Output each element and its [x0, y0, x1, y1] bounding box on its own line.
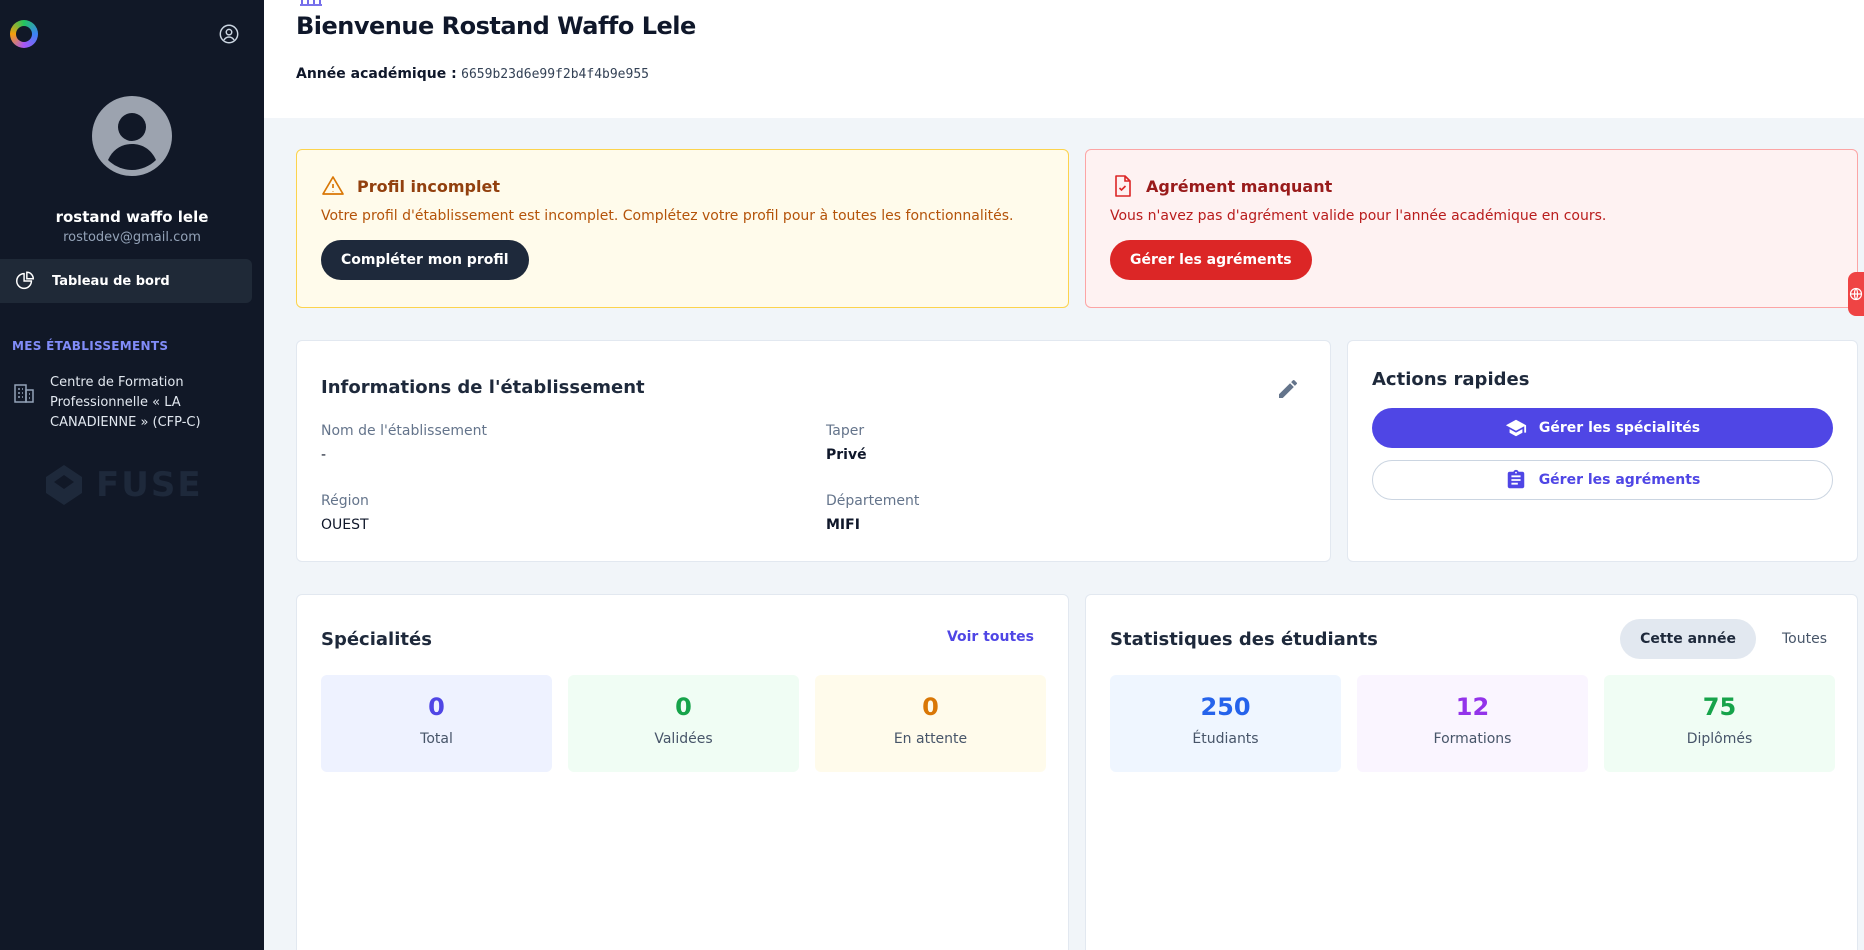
field-label: Taper: [826, 423, 865, 439]
sidebar-item-label: Tableau de bord: [52, 273, 170, 289]
specialties-tiles: 0 Total 0 Validées 0 En attente: [321, 675, 1046, 772]
user-circle-icon[interactable]: [218, 23, 240, 45]
stat-label: En attente: [893, 731, 968, 747]
sidebar-item-establishment[interactable]: Centre de Formation Professionnelle « LA…: [0, 353, 264, 433]
user-name: rostand waffo lele: [55, 208, 209, 226]
pie-chart-icon: [16, 271, 34, 290]
graduation-cap-icon: [1505, 419, 1526, 437]
stat-value: 250: [1200, 693, 1251, 721]
settings-tab[interactable]: [1848, 272, 1864, 316]
building-icon: [14, 384, 34, 403]
alert-title: Profil incomplet: [357, 176, 500, 196]
page-header: Bienvenue Rostand Waffo Lele Année acadé…: [264, 0, 1864, 118]
stat-label: Étudiants: [1192, 731, 1259, 747]
brand-name: FUSE: [96, 465, 203, 505]
field-label: Département: [826, 493, 920, 509]
stat-value: 12: [1455, 693, 1490, 721]
stat-value: 75: [1702, 693, 1737, 721]
sidebar-item-dashboard[interactable]: Tableau de bord: [0, 259, 252, 303]
establishment-label: Centre de Formation Professionnelle « LA…: [50, 375, 201, 430]
avatar: [92, 96, 172, 176]
field-department: Département MIFI: [826, 493, 919, 533]
warning-icon: [322, 176, 344, 195]
stat-label: Validées: [654, 731, 713, 747]
stat-label: Formations: [1433, 731, 1512, 747]
manage-specialties-button[interactable]: Gérer les spécialités: [1372, 408, 1833, 448]
brand-logo: FUSE: [0, 463, 264, 507]
document-check-icon: [1115, 175, 1131, 197]
manage-agrements-button[interactable]: Gérer les agréments: [1110, 240, 1312, 280]
academic-year-label: Année académique :: [296, 66, 457, 82]
institution-icon: [300, 0, 322, 6]
globe-icon: [1849, 287, 1863, 301]
stat-tile-students: 250 Étudiants: [1110, 675, 1341, 772]
stat-label: Total: [420, 731, 453, 747]
alert-header: Agrément manquant: [1110, 174, 1833, 198]
stat-value: 0: [428, 693, 445, 721]
alert-header: Profil incomplet: [321, 174, 1044, 198]
field-value: Privé: [826, 447, 867, 463]
alert-text: Votre profil d'établissement est incompl…: [321, 208, 1014, 224]
field-label: Nom de l'établissement: [321, 423, 487, 439]
academic-year-value: 6659b23d6e99f2b4f4b9e955: [461, 67, 649, 82]
alert-text: Vous n'avez pas d'agrément valide pour l…: [1110, 208, 1607, 224]
field-value: OUEST: [321, 517, 369, 533]
clipboard-icon: [1507, 469, 1524, 489]
button-label: Gérer les agréments: [1538, 472, 1701, 488]
field-value: -: [321, 447, 327, 463]
student-stats-card: Statistiques des étudiants Cette année T…: [1085, 594, 1858, 950]
student-stats-tiles: 250 Étudiants 12 Formations 75 Diplômés: [1110, 675, 1835, 772]
quick-actions-card: Actions rapides Gérer les spécialités Gé…: [1347, 340, 1858, 562]
specialties-card: Spécialités Voir toutes 0 Total 0 Validé…: [296, 594, 1069, 950]
stat-tile-graduates: 75 Diplômés: [1604, 675, 1835, 772]
section-title: MES ÉTABLISSEMENTS: [12, 339, 169, 353]
field-region: Région OUEST: [321, 493, 369, 533]
field-type: Taper Privé: [826, 423, 867, 463]
button-label: Gérer les spécialités: [1538, 420, 1701, 436]
field-label: Région: [321, 493, 369, 509]
stat-tile-validated: 0 Validées: [568, 675, 799, 772]
sidebar-top-bar: [0, 0, 264, 68]
complete-profile-button[interactable]: Compléter mon profil: [321, 240, 529, 280]
sidebar: rostand waffo lele rostodev@gmail.com Ta…: [0, 0, 264, 950]
field-value: MIFI: [826, 517, 860, 533]
alert-profile-incomplete: Profil incomplet Votre profil d'établiss…: [296, 149, 1069, 308]
stat-value: 0: [675, 693, 692, 721]
establishment-info-card: Informations de l'établissement Nom de l…: [296, 340, 1331, 562]
stat-tile-pending: 0 En attente: [815, 675, 1046, 772]
academic-year: Année académique : 6659b23d6e99f2b4f4b9e…: [296, 66, 649, 82]
stat-tile-total: 0 Total: [321, 675, 552, 772]
app-logo-icon[interactable]: [10, 20, 38, 48]
view-all-link[interactable]: Voir toutes: [947, 629, 1034, 645]
card-title: Statistiques des étudiants: [1110, 629, 1378, 650]
tab-all[interactable]: Toutes: [1762, 619, 1847, 659]
stat-value: 0: [922, 693, 939, 721]
manage-agrements-quick-button[interactable]: Gérer les agréments: [1372, 460, 1833, 500]
page-title: Bienvenue Rostand Waffo Lele: [296, 12, 696, 40]
user-email: rostodev@gmail.com: [63, 230, 201, 245]
pencil-icon[interactable]: [1276, 377, 1300, 401]
tab-this-year[interactable]: Cette année: [1620, 619, 1756, 659]
fuse-logo-icon: [46, 465, 82, 505]
card-title: Informations de l'établissement: [321, 377, 645, 398]
stat-label: Diplômés: [1686, 731, 1753, 747]
card-title: Spécialités: [321, 629, 432, 650]
period-toggle: Cette année Toutes: [1620, 619, 1847, 659]
alert-agrement-missing: Agrément manquant Vous n'avez pas d'agré…: [1085, 149, 1858, 308]
card-title: Actions rapides: [1372, 369, 1530, 390]
alert-title: Agrément manquant: [1146, 176, 1333, 196]
stat-tile-formations: 12 Formations: [1357, 675, 1588, 772]
field-establishment-name: Nom de l'établissement -: [321, 423, 487, 463]
